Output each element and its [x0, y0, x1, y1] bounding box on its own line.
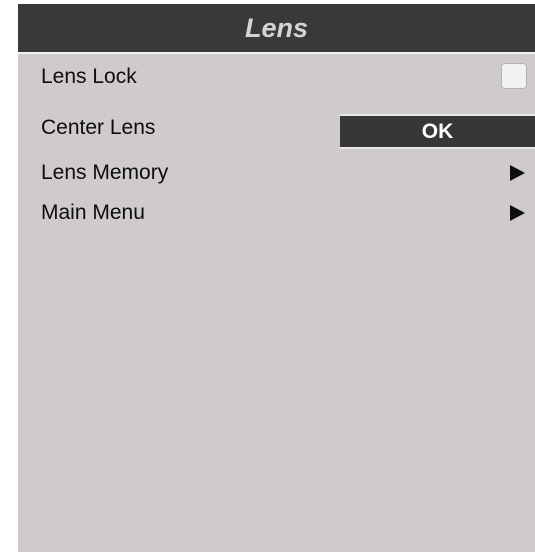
lens-lock-checkbox[interactable]: [501, 63, 527, 89]
center-lens-ok-button[interactable]: OK: [340, 114, 535, 149]
menu-item-label: Lens Memory: [41, 161, 169, 184]
menu-title: Lens: [18, 4, 535, 54]
submenu-arrow-icon: [510, 165, 525, 181]
menu-item-lens-lock[interactable]: Lens Lock: [18, 60, 535, 94]
menu-item-lens-memory[interactable]: Lens Memory: [18, 156, 535, 190]
menu-item-label: Main Menu: [41, 201, 145, 224]
lens-menu-panel: Lens Lens Lock Center Lens OK Lens Memor…: [18, 4, 535, 552]
menu-item-label: Center Lens: [41, 116, 156, 139]
submenu-arrow-icon: [510, 205, 525, 221]
menu-item-main-menu[interactable]: Main Menu: [18, 196, 535, 230]
menu-item-label: Lens Lock: [41, 65, 137, 88]
